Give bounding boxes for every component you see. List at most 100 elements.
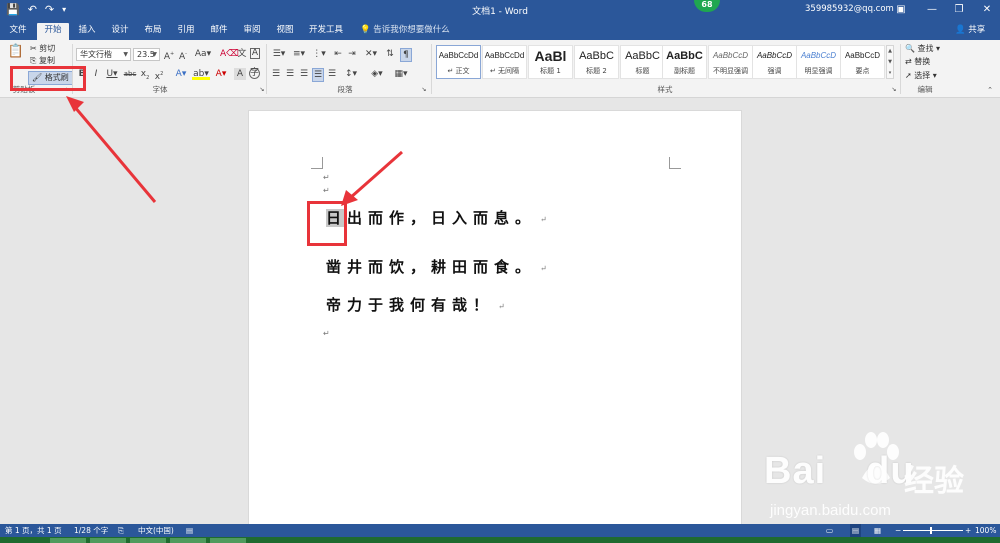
font-name-select[interactable]: 华文行楷 ▼ <box>76 48 131 61</box>
phonetic-guide-icon[interactable]: 文 <box>236 48 248 60</box>
close-icon[interactable]: ✕ <box>980 3 994 16</box>
tab-developer[interactable]: 开发工具 <box>305 23 347 40</box>
tab-layout[interactable]: 布局 <box>139 23 167 40</box>
text-line[interactable]: 帝力于我何有哉！ ↵ <box>326 294 505 315</box>
taskbar-item[interactable] <box>130 538 166 543</box>
read-mode-icon[interactable]: ▭ <box>826 524 833 537</box>
align-right-icon[interactable]: ☰ <box>298 68 310 80</box>
document-area[interactable]: ↵ ↵ 日出而作，日入而息。 ↵ 凿井而饮，耕田而食。 ↵ 帝力于我何有哉！ ↵ ↵ <box>0 98 1000 526</box>
text-effects-icon[interactable]: A▾ <box>172 68 190 80</box>
minimize-icon[interactable]: — <box>925 3 939 16</box>
tab-home[interactable]: 开始 <box>37 23 69 40</box>
document-page[interactable]: ↵ ↵ 日出而作，日入而息。 ↵ 凿井而饮，耕田而食。 ↵ 帝力于我何有哉！ ↵ ↵ <box>248 110 742 526</box>
font-size-select[interactable]: 23.5 ▼ <box>133 48 160 61</box>
redo-icon[interactable]: ↷ <box>45 3 54 16</box>
tab-review[interactable]: 审阅 <box>238 23 266 40</box>
word-count[interactable]: 1/28 个字 <box>74 524 108 537</box>
restore-icon[interactable]: ❐ <box>952 3 966 16</box>
tab-design[interactable]: 设计 <box>106 23 134 40</box>
decrease-indent-icon[interactable]: ⇤ <box>332 48 344 60</box>
superscript-icon[interactable]: x2 <box>153 68 165 83</box>
paragraph-launcher-icon[interactable]: ↘ <box>418 84 430 96</box>
styles-gallery-scroll[interactable]: ▲ ▼ ▾ <box>886 45 894 79</box>
save-icon[interactable]: 💾 <box>6 3 20 16</box>
cut-button[interactable]: ✂ 剪切 <box>30 43 55 55</box>
clear-formatting-icon[interactable]: A⌫ <box>220 48 239 60</box>
shading-icon[interactable]: ◈▾ <box>368 68 386 80</box>
separator <box>900 44 901 94</box>
subscript-icon[interactable]: x2 <box>139 68 151 84</box>
print-layout-icon[interactable]: ▤ <box>850 524 862 537</box>
underline-icon[interactable]: U▾ <box>103 68 121 80</box>
style-intense-emphasis[interactable]: AaBbCcD 明显强调 <box>796 45 841 79</box>
find-button[interactable]: 🔍 查找 ▾ <box>905 43 940 55</box>
enclose-char-icon[interactable]: 字 <box>249 68 260 79</box>
styles-launcher-icon[interactable]: ↘ <box>888 84 900 96</box>
font-color-icon[interactable]: A▾ <box>212 68 230 80</box>
line-spacing-icon[interactable]: ↕▾ <box>342 68 360 80</box>
sort-icon[interactable]: ⇅ <box>384 48 396 60</box>
page-count[interactable]: 第 1 页，共 1 页 <box>5 524 62 537</box>
shrink-font-icon[interactable]: A- <box>177 48 189 63</box>
char-shading-icon[interactable]: A <box>234 68 246 80</box>
borders-icon[interactable]: ▦▾ <box>392 68 410 80</box>
style-subtitle[interactable]: AaBbC 副标题 <box>662 45 707 79</box>
style-heading-1[interactable]: AaBl 标题 1 <box>528 45 573 79</box>
taskbar-item[interactable] <box>50 538 86 543</box>
taskbar-item[interactable] <box>90 538 126 543</box>
align-center-icon[interactable]: ☰ <box>284 68 296 80</box>
select-button[interactable]: ➚ 选择 ▾ <box>905 70 937 82</box>
zoom-in-icon[interactable]: + <box>965 524 971 537</box>
distributed-icon[interactable]: ☰ <box>326 68 338 80</box>
style-no-spacing[interactable]: AaBbCcDd ↵ 无间隔 <box>482 45 527 79</box>
undo-icon[interactable]: ↶ <box>28 3 37 16</box>
text-line[interactable]: 日出而作，日入而息。 ↵ <box>326 207 547 228</box>
multilevel-list-icon[interactable]: ⋮▾ <box>310 48 328 60</box>
tab-view[interactable]: 视图 <box>271 23 299 40</box>
tab-file[interactable]: 文件 <box>4 23 32 40</box>
style-title[interactable]: AaBbC 标题 <box>620 45 665 79</box>
change-case-icon[interactable]: Aa▾ <box>194 48 212 60</box>
language[interactable]: 中文(中国) <box>138 524 174 537</box>
styles-group-label: 样式 <box>657 85 673 94</box>
justify-icon[interactable]: ☰ <box>312 68 324 82</box>
ribbon-display-icon[interactable]: ▣ <box>894 3 908 16</box>
zoom-slider[interactable] <box>903 530 963 531</box>
style-subtle-emphasis[interactable]: AaBbCcD 不明显强调 <box>708 45 753 79</box>
increase-indent-icon[interactable]: ⇥ <box>346 48 358 60</box>
proofing-icon[interactable]: ⎘ <box>118 524 124 537</box>
highlight-icon[interactable]: ab▾ <box>192 68 210 80</box>
share-button[interactable]: 👤 共享 <box>955 23 985 38</box>
replace-button[interactable]: ⇄ 替换 <box>905 56 930 68</box>
char-border-icon[interactable]: A <box>250 48 260 59</box>
strikethrough-icon[interactable]: abc <box>123 68 137 80</box>
tab-insert[interactable]: 插入 <box>73 23 101 40</box>
italic-icon[interactable]: I <box>90 68 102 80</box>
tab-mailings[interactable]: 邮件 <box>205 23 233 40</box>
align-left-icon[interactable]: ☰ <box>270 68 282 80</box>
zoom-out-icon[interactable]: − <box>895 524 901 537</box>
text-line[interactable]: 凿井而饮，耕田而食。 ↵ <box>326 256 547 277</box>
style-normal[interactable]: AaBbCcDd ↵ 正文 <box>436 45 481 79</box>
zoom-thumb[interactable] <box>930 527 932 534</box>
bullets-icon[interactable]: ☰▾ <box>270 48 288 60</box>
style-strong[interactable]: AaBbCcD 要点 <box>840 45 885 79</box>
style-emphasis[interactable]: AaBbCcD 强调 <box>752 45 797 79</box>
taskbar-item[interactable] <box>210 538 246 543</box>
style-heading-2[interactable]: AaBbC 标题 2 <box>574 45 619 79</box>
notification-badge[interactable]: 68 <box>694 0 720 12</box>
tab-references[interactable]: 引用 <box>172 23 200 40</box>
taskbar-item[interactable] <box>170 538 206 543</box>
account-email[interactable]: 359985932@qq.com <box>805 4 894 14</box>
collapse-ribbon-icon[interactable]: ⌃ <box>984 84 996 96</box>
zoom-level[interactable]: 100% <box>975 524 996 537</box>
tell-me-box[interactable]: 💡 告诉我你想要做什么 <box>360 23 450 38</box>
web-layout-icon[interactable]: ▦ <box>874 524 881 537</box>
numbering-icon[interactable]: ≡▾ <box>290 48 308 60</box>
customize-qat-icon[interactable]: ▾ <box>62 5 66 14</box>
show-marks-icon[interactable]: ¶ <box>400 48 412 62</box>
grow-font-icon[interactable]: A+ <box>163 48 175 63</box>
macro-icon[interactable]: ▤ <box>186 524 193 537</box>
style-name: 副标题 <box>674 67 695 75</box>
chinese-layout-icon[interactable]: ✕▾ <box>362 48 380 60</box>
